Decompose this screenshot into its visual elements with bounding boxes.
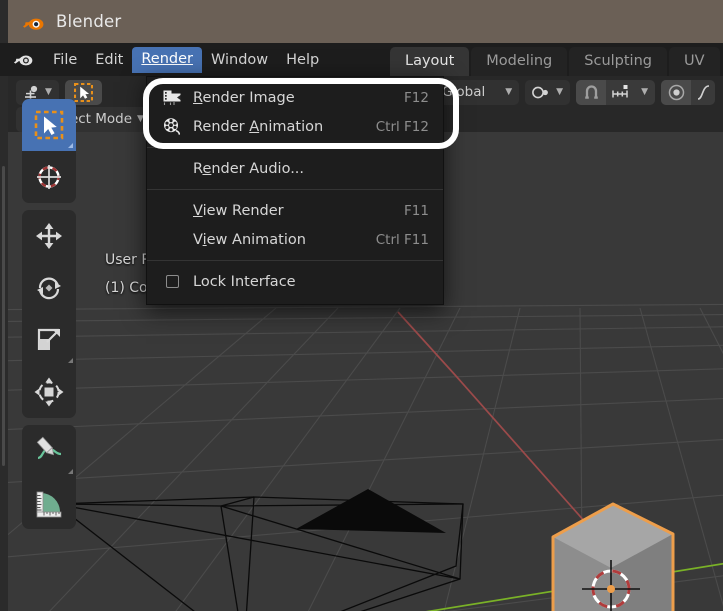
snap-controls[interactable]: ▼ <box>576 79 655 105</box>
tool-transform[interactable] <box>22 366 76 418</box>
menu-item-lock-interface[interactable]: Lock Interface <box>147 267 443 296</box>
tool-group-select <box>22 99 76 203</box>
menu-help[interactable]: Help <box>277 48 328 72</box>
tool-scale[interactable] <box>22 314 76 366</box>
tool-annotate[interactable] <box>22 425 76 477</box>
rotate-icon <box>37 277 61 300</box>
titlebar-left-stub <box>0 0 8 43</box>
chevron-down-icon: ▼ <box>556 87 564 97</box>
snap-magnet-icon[interactable] <box>576 79 607 105</box>
tool-select-box[interactable] <box>22 99 76 151</box>
proportional-edit-icon[interactable] <box>661 79 691 105</box>
snap-increment-icon[interactable] <box>606 80 634 105</box>
window-titlebar: Blender <box>0 0 723 43</box>
render-dropdown-menu: Render Image F12 Render Animation Ctrl F… <box>146 76 444 305</box>
tab-layout[interactable]: Layout <box>390 47 470 76</box>
tool-group-annotate <box>22 425 76 529</box>
menu-item-label: Render Animation <box>193 118 324 135</box>
menu-separator <box>147 147 443 148</box>
tool-expand-corner[interactable] <box>68 143 73 148</box>
transform-icon <box>34 377 64 407</box>
chevron-down-icon[interactable]: ▼ <box>639 87 655 97</box>
workspace-tabs: Layout Modeling Sculpting UV <box>390 43 722 76</box>
blender-icon[interactable] <box>12 49 36 71</box>
move-icon <box>36 223 62 249</box>
tool-expand-corner[interactable] <box>68 358 73 363</box>
chevron-down-icon: ▼ <box>45 87 52 97</box>
menu-item-render-image[interactable]: Render Image F12 <box>147 83 443 112</box>
tab-modeling[interactable]: Modeling <box>471 47 568 76</box>
tool-measure[interactable] <box>22 477 76 529</box>
menu-render[interactable]: Render <box>132 46 202 73</box>
menu-item-label: View Render <box>193 202 284 219</box>
measure-icon <box>36 491 62 518</box>
menu-separator <box>147 260 443 261</box>
tab-uv[interactable]: UV <box>668 47 720 76</box>
tool-rotate[interactable] <box>22 262 76 314</box>
menu-item-label: Render Audio... <box>193 160 305 177</box>
tool-group-transform <box>22 210 76 418</box>
tab-sculpting[interactable]: Sculpting <box>569 47 667 76</box>
blender-logo-icon <box>20 9 46 35</box>
menu-separator <box>147 189 443 190</box>
render-animation-icon <box>159 116 185 138</box>
select-box-icon <box>73 82 93 102</box>
menu-item-shortcut: F11 <box>404 202 429 219</box>
menu-edit[interactable]: Edit <box>86 48 132 72</box>
tool-move[interactable] <box>22 210 76 262</box>
select-box-icon <box>34 110 64 140</box>
menu-item-label: View Animation <box>193 231 306 248</box>
menu-file[interactable]: File <box>44 48 86 72</box>
proportional-edit-controls[interactable] <box>661 79 715 105</box>
blender-window: ▼ Object Mode ▼ Global ▼ ▼ ▼ User (1) Bl… <box>0 0 723 611</box>
scale-icon <box>37 328 60 350</box>
window-title: Blender <box>56 12 122 31</box>
checkbox-unchecked-icon[interactable] <box>159 271 185 293</box>
menu-item-render-audio[interactable]: Render Audio... <box>147 154 443 183</box>
chevron-down-icon: ▼ <box>505 87 513 97</box>
annotate-icon <box>36 436 62 460</box>
menu-item-shortcut: Ctrl F11 <box>375 231 429 248</box>
menu-window[interactable]: Window <box>202 48 277 72</box>
tool-cursor[interactable] <box>22 151 76 203</box>
toolbar-tools <box>22 99 76 536</box>
cursor-3d-icon <box>37 165 61 189</box>
menu-item-render-animation[interactable]: Render Animation Ctrl F12 <box>147 112 443 141</box>
menu-item-view-animation[interactable]: View Animation Ctrl F11 <box>147 225 443 254</box>
menu-item-shortcut: Ctrl F12 <box>375 118 429 135</box>
menu-item-view-render[interactable]: View Render F11 <box>147 196 443 225</box>
falloff-curve-icon[interactable] <box>691 80 715 105</box>
render-image-icon <box>159 87 185 109</box>
menu-item-label: Lock Interface <box>193 273 296 290</box>
tool-expand-corner[interactable] <box>68 469 73 474</box>
menu-item-label: Render Image <box>193 89 295 106</box>
transform-pivot-icon <box>532 86 549 98</box>
viewport-left-edge[interactable] <box>0 76 8 611</box>
transform-orientation-label: Global <box>442 84 486 100</box>
transform-pivot-selector[interactable]: ▼ <box>525 79 571 105</box>
transform-orientation-selector[interactable]: Global ▼ <box>435 79 520 105</box>
topbar: File Edit Render Window Help Layout Mode… <box>0 43 723 76</box>
menu-item-shortcut: F12 <box>404 89 429 106</box>
editor-type-icon <box>25 85 38 98</box>
chevron-down-icon: ▼ <box>137 114 144 124</box>
